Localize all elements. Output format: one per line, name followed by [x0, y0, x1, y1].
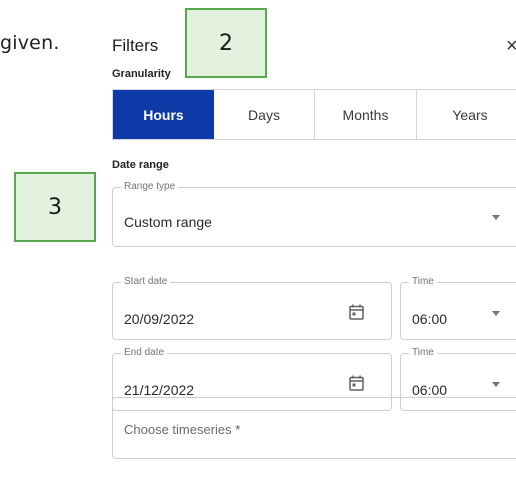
timeseries-placeholder: Choose timeseries *: [124, 422, 240, 437]
chevron-down-icon: [492, 382, 500, 387]
callout-2-number: 2: [219, 30, 233, 56]
granularity-selector: Hours Days Months Years: [112, 89, 516, 140]
start-date-value: 20/09/2022: [124, 311, 195, 327]
chevron-down-icon: [492, 215, 500, 220]
calendar-icon[interactable]: [349, 304, 364, 320]
required-mark: *: [235, 422, 241, 437]
intro-text: given.: [0, 32, 60, 54]
range-type-value: Custom range: [124, 214, 212, 230]
callout-3-number: 3: [48, 194, 62, 220]
granularity-years-button[interactable]: Years: [417, 90, 516, 139]
callout-2: 2: [185, 8, 267, 78]
granularity-label: Granularity: [112, 68, 171, 80]
calendar-icon[interactable]: [349, 375, 364, 391]
range-type-label: Range type: [121, 181, 179, 193]
range-type-select[interactable]: Range type Custom range: [112, 181, 516, 247]
close-icon[interactable]: ×: [506, 36, 516, 56]
chevron-down-icon: [492, 311, 500, 316]
start-time-value: 06:00: [412, 311, 448, 327]
end-date-value: 21/12/2022: [124, 382, 195, 398]
start-time-label: Time: [409, 276, 437, 288]
end-time-label: Time: [409, 347, 437, 359]
end-time-value: 06:00: [412, 382, 448, 398]
date-range-label: Date range: [112, 159, 169, 171]
timeseries-placeholder-text: Choose timeseries: [124, 422, 232, 437]
granularity-days-button[interactable]: Days: [214, 90, 315, 139]
timeseries-select[interactable]: Choose timeseries *: [112, 397, 516, 459]
start-date-field[interactable]: Start date 20/09/2022: [112, 276, 392, 340]
granularity-months-button[interactable]: Months: [315, 90, 417, 139]
start-date-label: Start date: [121, 276, 171, 288]
end-date-label: End date: [121, 347, 168, 359]
granularity-hours-button[interactable]: Hours: [113, 90, 214, 139]
start-time-select[interactable]: Time 06:00: [400, 276, 516, 340]
filters-title: Filters: [112, 36, 159, 55]
callout-3: 3: [14, 172, 96, 242]
